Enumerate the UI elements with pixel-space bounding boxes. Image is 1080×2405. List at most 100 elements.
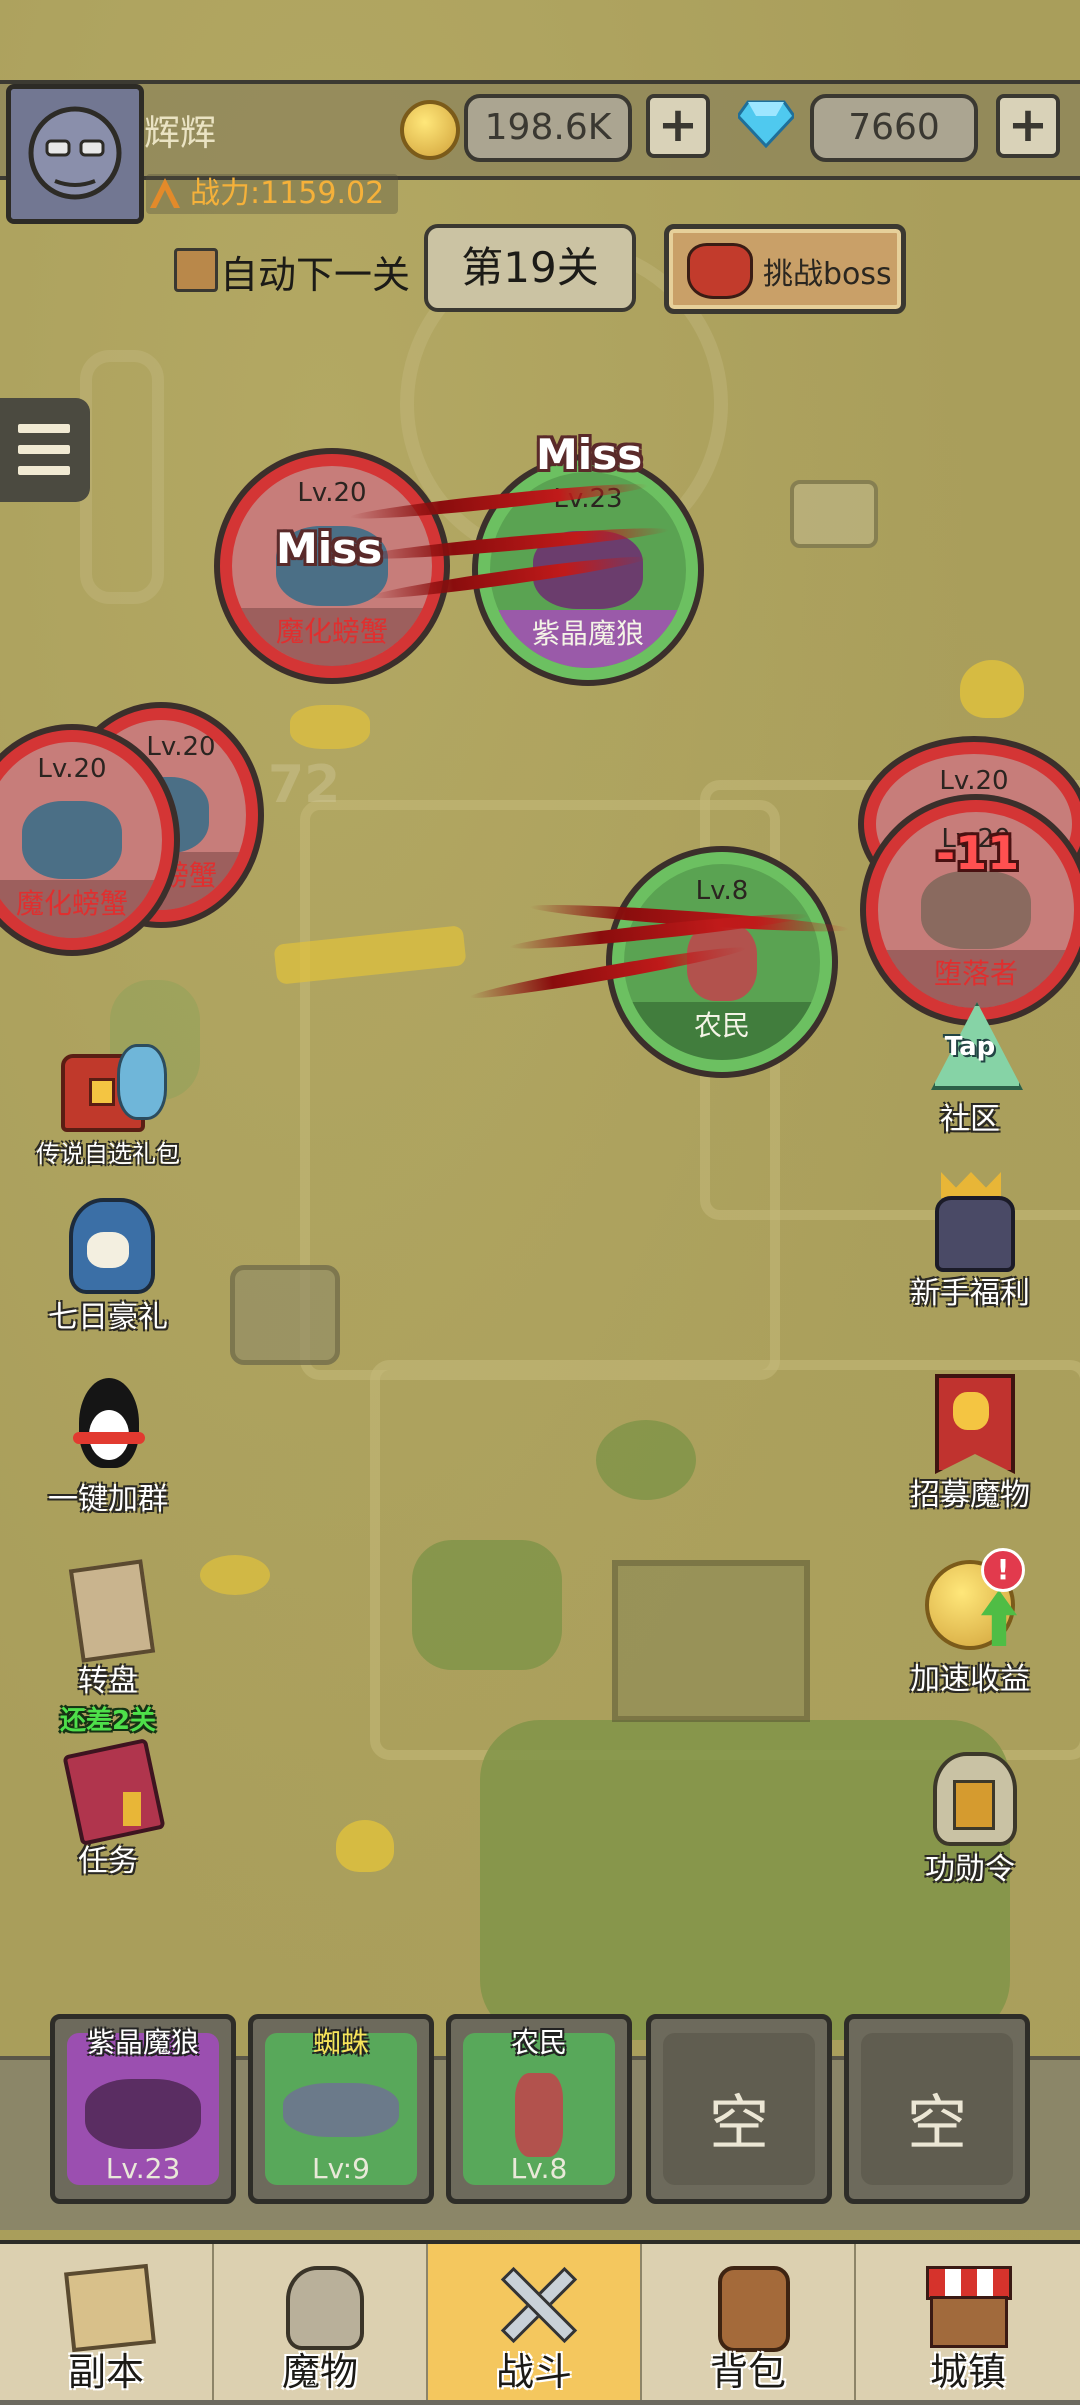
spider-sprite	[283, 2083, 399, 2137]
player-avatar[interactable]	[6, 84, 144, 224]
slot-level: Lv.8	[510, 2152, 568, 2185]
recruit-monsters-button[interactable]: 招募魔物	[890, 1370, 1050, 1514]
penguin-icon	[53, 1374, 163, 1474]
deploy-slot[interactable]: 农民 Lv.8	[446, 2014, 632, 2204]
map-house	[612, 1560, 810, 1722]
king-icon	[915, 1168, 1025, 1272]
bone-icon	[290, 705, 370, 749]
gold-coin-arrow-icon: !	[915, 1548, 1025, 1654]
scroll-icon	[53, 1556, 163, 1663]
slot-level: Lv.23	[105, 2152, 181, 2185]
challenge-boss-label: 挑战boss	[763, 257, 892, 292]
deploy-slot[interactable]: 紫晶魔狼 Lv.23	[50, 2014, 236, 2204]
stage-indicator[interactable]: 第19关	[424, 224, 636, 312]
newbie-benefits-button[interactable]: 新手福利	[890, 1168, 1050, 1312]
slot-level: Lv:9	[312, 2152, 370, 2185]
skull-icon	[336, 1820, 394, 1872]
deploy-slot[interactable]: 蜘蛛 Lv:9	[248, 2014, 434, 2204]
miss-text: Miss	[536, 430, 643, 479]
tab-battle[interactable]: 战斗	[428, 2244, 644, 2400]
helmet-icon	[915, 1744, 1025, 1846]
combat-power: 战力:1159.02	[146, 174, 399, 214]
quest-button[interactable]: 任务	[28, 1736, 188, 1880]
auto-next-checkbox[interactable]	[174, 248, 218, 292]
notification-badge: !	[981, 1548, 1025, 1592]
empty-slot-label: 空	[709, 2089, 769, 2159]
auto-next-label: 自动下一关	[220, 253, 411, 297]
tab-label: 魔物	[281, 2350, 358, 2394]
tab-label: 背包	[709, 2350, 786, 2394]
tab-monsters[interactable]: 魔物	[214, 2244, 430, 2400]
tap-crystal-icon: Tap	[915, 994, 1025, 1094]
deploy-slot-empty[interactable]: 空	[646, 2014, 832, 2204]
challenge-boss-button[interactable]: 挑战boss	[664, 224, 906, 314]
fallen-sprite	[921, 870, 1031, 950]
gold-coin-icon	[400, 100, 460, 160]
slot-name: 蜘蛛	[312, 2026, 369, 2059]
tab-dungeon[interactable]: 副本	[0, 2244, 216, 2400]
add-gem-button[interactable]: +	[996, 94, 1060, 158]
treasure-chest-icon	[53, 1034, 167, 1134]
bone-icon	[200, 1555, 270, 1595]
side-label: 任务	[78, 1844, 138, 1879]
unit-name: 魔化螃蟹	[275, 615, 388, 648]
damage-text: -11	[936, 826, 1020, 880]
empty-slot-label: 空	[907, 2089, 967, 2159]
hamburger-menu-button[interactable]	[0, 398, 90, 502]
tab-label: 战斗	[495, 2350, 572, 2394]
side-label: 加速收益	[910, 1662, 1030, 1697]
backpack-icon	[706, 2260, 792, 2352]
side-label: 七日豪礼	[48, 1300, 168, 1335]
faded-number: 72	[268, 755, 341, 815]
tab-backpack[interactable]: 背包	[642, 2244, 858, 2400]
tab-label: 城镇	[929, 2350, 1006, 2394]
map-chest	[790, 480, 878, 548]
knight-helmet-icon	[53, 1192, 163, 1294]
side-label: 新手福利	[910, 1276, 1030, 1311]
side-label: 一键加群	[48, 1482, 168, 1517]
join-group-button[interactable]: 一键加群	[28, 1374, 188, 1518]
slot-name: 紫晶魔狼	[86, 2026, 199, 2059]
farmer-sprite	[515, 2073, 563, 2157]
unit-level: Lv.20	[37, 754, 107, 784]
merit-order-button[interactable]: 功勋令	[890, 1744, 1050, 1888]
menu-line	[18, 424, 70, 433]
map-grass	[412, 1540, 562, 1670]
combat-power-value: 战力:1159.02	[190, 176, 385, 211]
wolf-sprite	[85, 2079, 201, 2149]
side-label: 转盘	[78, 1664, 138, 1699]
gold-amount: 198.6K	[464, 94, 632, 162]
miss-text: Miss	[276, 524, 383, 573]
crossed-swords-icon	[492, 2260, 578, 2346]
menu-line	[18, 445, 70, 454]
gem-amount: 7660	[810, 94, 978, 162]
side-label: 招募魔物	[910, 1478, 1030, 1513]
side-label: 传说自选礼包	[36, 1140, 180, 1168]
community-button[interactable]: Tap 社区	[890, 994, 1050, 1138]
unit-level: Lv.8	[695, 876, 749, 906]
seven-day-gift-button[interactable]: 七日豪礼	[28, 1192, 188, 1336]
tab-town[interactable]: 城镇	[856, 2244, 1080, 2400]
deploy-slot-empty[interactable]: 空	[844, 2014, 1030, 2204]
side-label: 功勋令	[925, 1852, 1015, 1887]
cactus-icon	[80, 350, 164, 604]
side-label: 社区	[940, 1102, 1000, 1137]
unit-name: 堕落者	[933, 957, 1018, 990]
tap-text: Tap	[944, 1032, 996, 1062]
legend-gift-pack-button[interactable]: 传说自选礼包	[28, 1034, 188, 1169]
speed-up-income-button[interactable]: ! 加速收益	[890, 1548, 1050, 1698]
skull-icon	[960, 660, 1024, 718]
add-gold-button[interactable]: +	[646, 94, 710, 158]
enemy-unit[interactable]: Lv.20 魔化螃蟹	[0, 730, 174, 950]
unit-name: 魔化螃蟹	[15, 887, 128, 920]
map-grass	[596, 1420, 696, 1500]
banner-icon	[915, 1370, 1025, 1474]
unit-level: Lv.20	[297, 478, 367, 508]
unit-level: Lv.20	[939, 766, 1009, 796]
power-icon	[150, 178, 180, 208]
crab-sprite	[21, 800, 123, 880]
shop-icon	[920, 2260, 1012, 2348]
roulette-button[interactable]: 转盘 还差2关	[28, 1556, 188, 1737]
tab-label: 副本	[67, 2350, 144, 2394]
diamond-icon	[738, 100, 794, 148]
